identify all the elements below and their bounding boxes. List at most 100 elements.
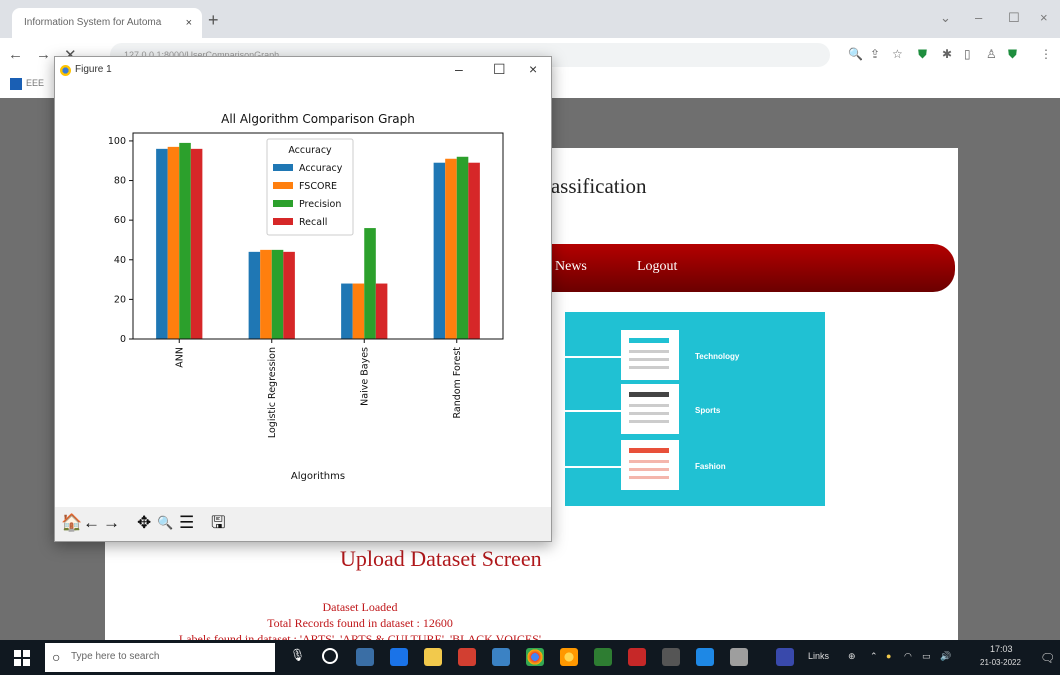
new-tab-button[interactable]: + — [208, 10, 219, 31]
tab-strip: Information System for Automa × + ⌄ – ☐ … — [0, 0, 1060, 38]
bookmark-label[interactable]: EEE — [26, 78, 44, 88]
banner-label-technology: Technology — [695, 352, 740, 361]
windows-start-icon[interactable] — [14, 650, 30, 666]
bar-precision-3 — [456, 156, 469, 339]
sidebar-icon[interactable]: ▯ — [964, 47, 971, 61]
network-icon[interactable]: ⊕ — [848, 651, 856, 662]
python-taskbar-icon[interactable] — [776, 648, 794, 666]
banner-arrow — [565, 356, 621, 358]
upload-dataset-title: Upload Dataset Screen — [340, 546, 542, 571]
save-icon[interactable]: 🖫 — [211, 513, 225, 533]
bar-recall-0 — [190, 148, 203, 339]
app-icon[interactable] — [458, 648, 476, 666]
figure-close-icon[interactable]: × — [529, 61, 537, 77]
bar-accuracy-0 — [156, 148, 168, 339]
search-icon: ○ — [52, 649, 61, 665]
forward-icon[interactable]: → — [103, 513, 120, 533]
extension-shield2-icon[interactable]: ⛊ — [1008, 47, 1017, 62]
edge-icon[interactable] — [390, 648, 408, 666]
figure-minimize-icon[interactable]: – — [455, 61, 463, 77]
back-icon[interactable]: ← — [83, 513, 100, 533]
bar-accuracy-1 — [248, 251, 261, 339]
pan-icon[interactable]: ✥ — [137, 513, 151, 533]
technology-card-icon — [621, 330, 679, 380]
bookmark-icon[interactable] — [10, 78, 22, 90]
battery-icon[interactable]: ▭ — [922, 651, 931, 662]
banner-image: Technology Sports Fashion — [565, 312, 825, 506]
x-tick-label: Random Forest — [452, 347, 463, 419]
sports-card-icon — [621, 384, 679, 434]
bar-recall-2 — [375, 283, 388, 339]
file-explorer-icon[interactable] — [424, 648, 442, 666]
taskbar: ○ Type here to search 🎙 Links ⊕ ⌃ ● ◠ ▭ … — [0, 640, 1060, 675]
app-icon[interactable] — [356, 648, 374, 666]
bar-fscore-0 — [167, 146, 180, 339]
browser-minimize-icon[interactable]: – — [975, 10, 982, 25]
bar-chart: All Algorithm Comparison Graph ANN Logisti… — [108, 112, 504, 482]
legend-swatch-recall — [273, 218, 293, 225]
forward-arrow-icon[interactable]: → — [36, 46, 51, 63]
y-tick-label: 20 — [114, 294, 126, 305]
bar-precision-0 — [179, 142, 191, 339]
wifi-icon[interactable]: ◠ — [904, 651, 912, 662]
app-icon[interactable] — [560, 648, 578, 666]
nav-news-link[interactable]: News — [555, 259, 587, 275]
tray-links-label[interactable]: Links — [808, 651, 829, 661]
extension-icon[interactable]: ✱ — [942, 47, 952, 61]
menu-icon[interactable]: ⋮ — [1040, 47, 1052, 61]
fashion-card-icon — [621, 440, 679, 490]
star-icon[interactable]: ☆ — [892, 47, 903, 61]
home-icon[interactable]: 🏠 — [61, 513, 82, 533]
browser-dropdown-icon[interactable]: ⌄ — [940, 10, 951, 26]
extension-shield-icon[interactable]: ⛊ — [918, 47, 927, 62]
chart-title: All Algorithm Comparison Graph — [221, 112, 415, 126]
chevron-up-icon[interactable]: ⌃ — [870, 651, 878, 662]
back-arrow-icon[interactable]: ← — [8, 46, 23, 63]
nav-logout-link[interactable]: Logout — [637, 259, 677, 275]
banner-label-fashion: Fashion — [695, 462, 726, 471]
legend-label-accuracy: Accuracy — [299, 163, 343, 174]
status-line: Dataset Loaded — [322, 600, 398, 614]
figure-toolbar: 🏠 ← → ✥ 🔍 ☰ 🖫 — [55, 507, 551, 541]
weather-icon[interactable]: ● — [886, 651, 891, 661]
legend-label-recall: Recall — [299, 217, 327, 228]
bar-fscore-2 — [352, 283, 365, 339]
figure-titlebar[interactable]: Figure 1 – ☐ × — [55, 57, 551, 85]
app-icon[interactable] — [594, 648, 612, 666]
browser-maximize-icon[interactable]: ☐ — [1008, 10, 1020, 26]
notifications-icon[interactable]: 🗨 — [1040, 651, 1055, 665]
volume-icon[interactable]: 🔊 — [940, 651, 951, 662]
zoom-icon[interactable]: 🔍 — [848, 47, 863, 61]
app-icon[interactable] — [696, 648, 714, 666]
figure-title: Figure 1 — [75, 64, 112, 75]
y-tick-label: 0 — [120, 334, 126, 345]
browser-tab[interactable]: Information System for Automa × — [12, 8, 202, 38]
app-icon[interactable] — [492, 648, 510, 666]
microphone-icon[interactable]: 🎙 — [290, 648, 308, 666]
legend-swatch-precision — [273, 200, 293, 207]
profile-icon[interactable]: ♙ — [986, 47, 997, 61]
plot-canvas[interactable]: All Algorithm Comparison Graph ANN Logisti… — [55, 85, 551, 507]
x-axis-label: Algorithms — [291, 471, 345, 482]
clock-date[interactable]: 21-03-2022 — [980, 658, 1021, 667]
legend-label-fscore: FSCORE — [299, 181, 337, 192]
app-icon[interactable] — [730, 648, 748, 666]
tab-title: Information System for Automa — [24, 17, 162, 28]
zoom-rect-icon[interactable]: 🔍 — [157, 513, 173, 533]
browser-close-icon[interactable]: × — [1040, 10, 1048, 25]
search-placeholder: Type here to search — [71, 651, 160, 662]
chrome-icon[interactable] — [526, 648, 544, 666]
bar-accuracy-3 — [433, 162, 446, 339]
taskbar-search[interactable]: ○ Type here to search — [45, 643, 275, 672]
configure-subplots-icon[interactable]: ☰ — [179, 513, 194, 533]
legend-swatch-fscore — [273, 182, 293, 189]
banner-arrow — [565, 466, 621, 468]
app-icon[interactable] — [662, 648, 680, 666]
clock-time[interactable]: 17:03 — [990, 644, 1013, 654]
figure-maximize-icon[interactable]: ☐ — [493, 61, 506, 78]
task-view-icon[interactable] — [322, 648, 338, 664]
python-logo-icon — [60, 65, 71, 76]
share-icon[interactable]: ⇪ — [870, 47, 880, 61]
app-icon[interactable] — [628, 648, 646, 666]
tab-close-icon[interactable]: × — [186, 8, 192, 38]
